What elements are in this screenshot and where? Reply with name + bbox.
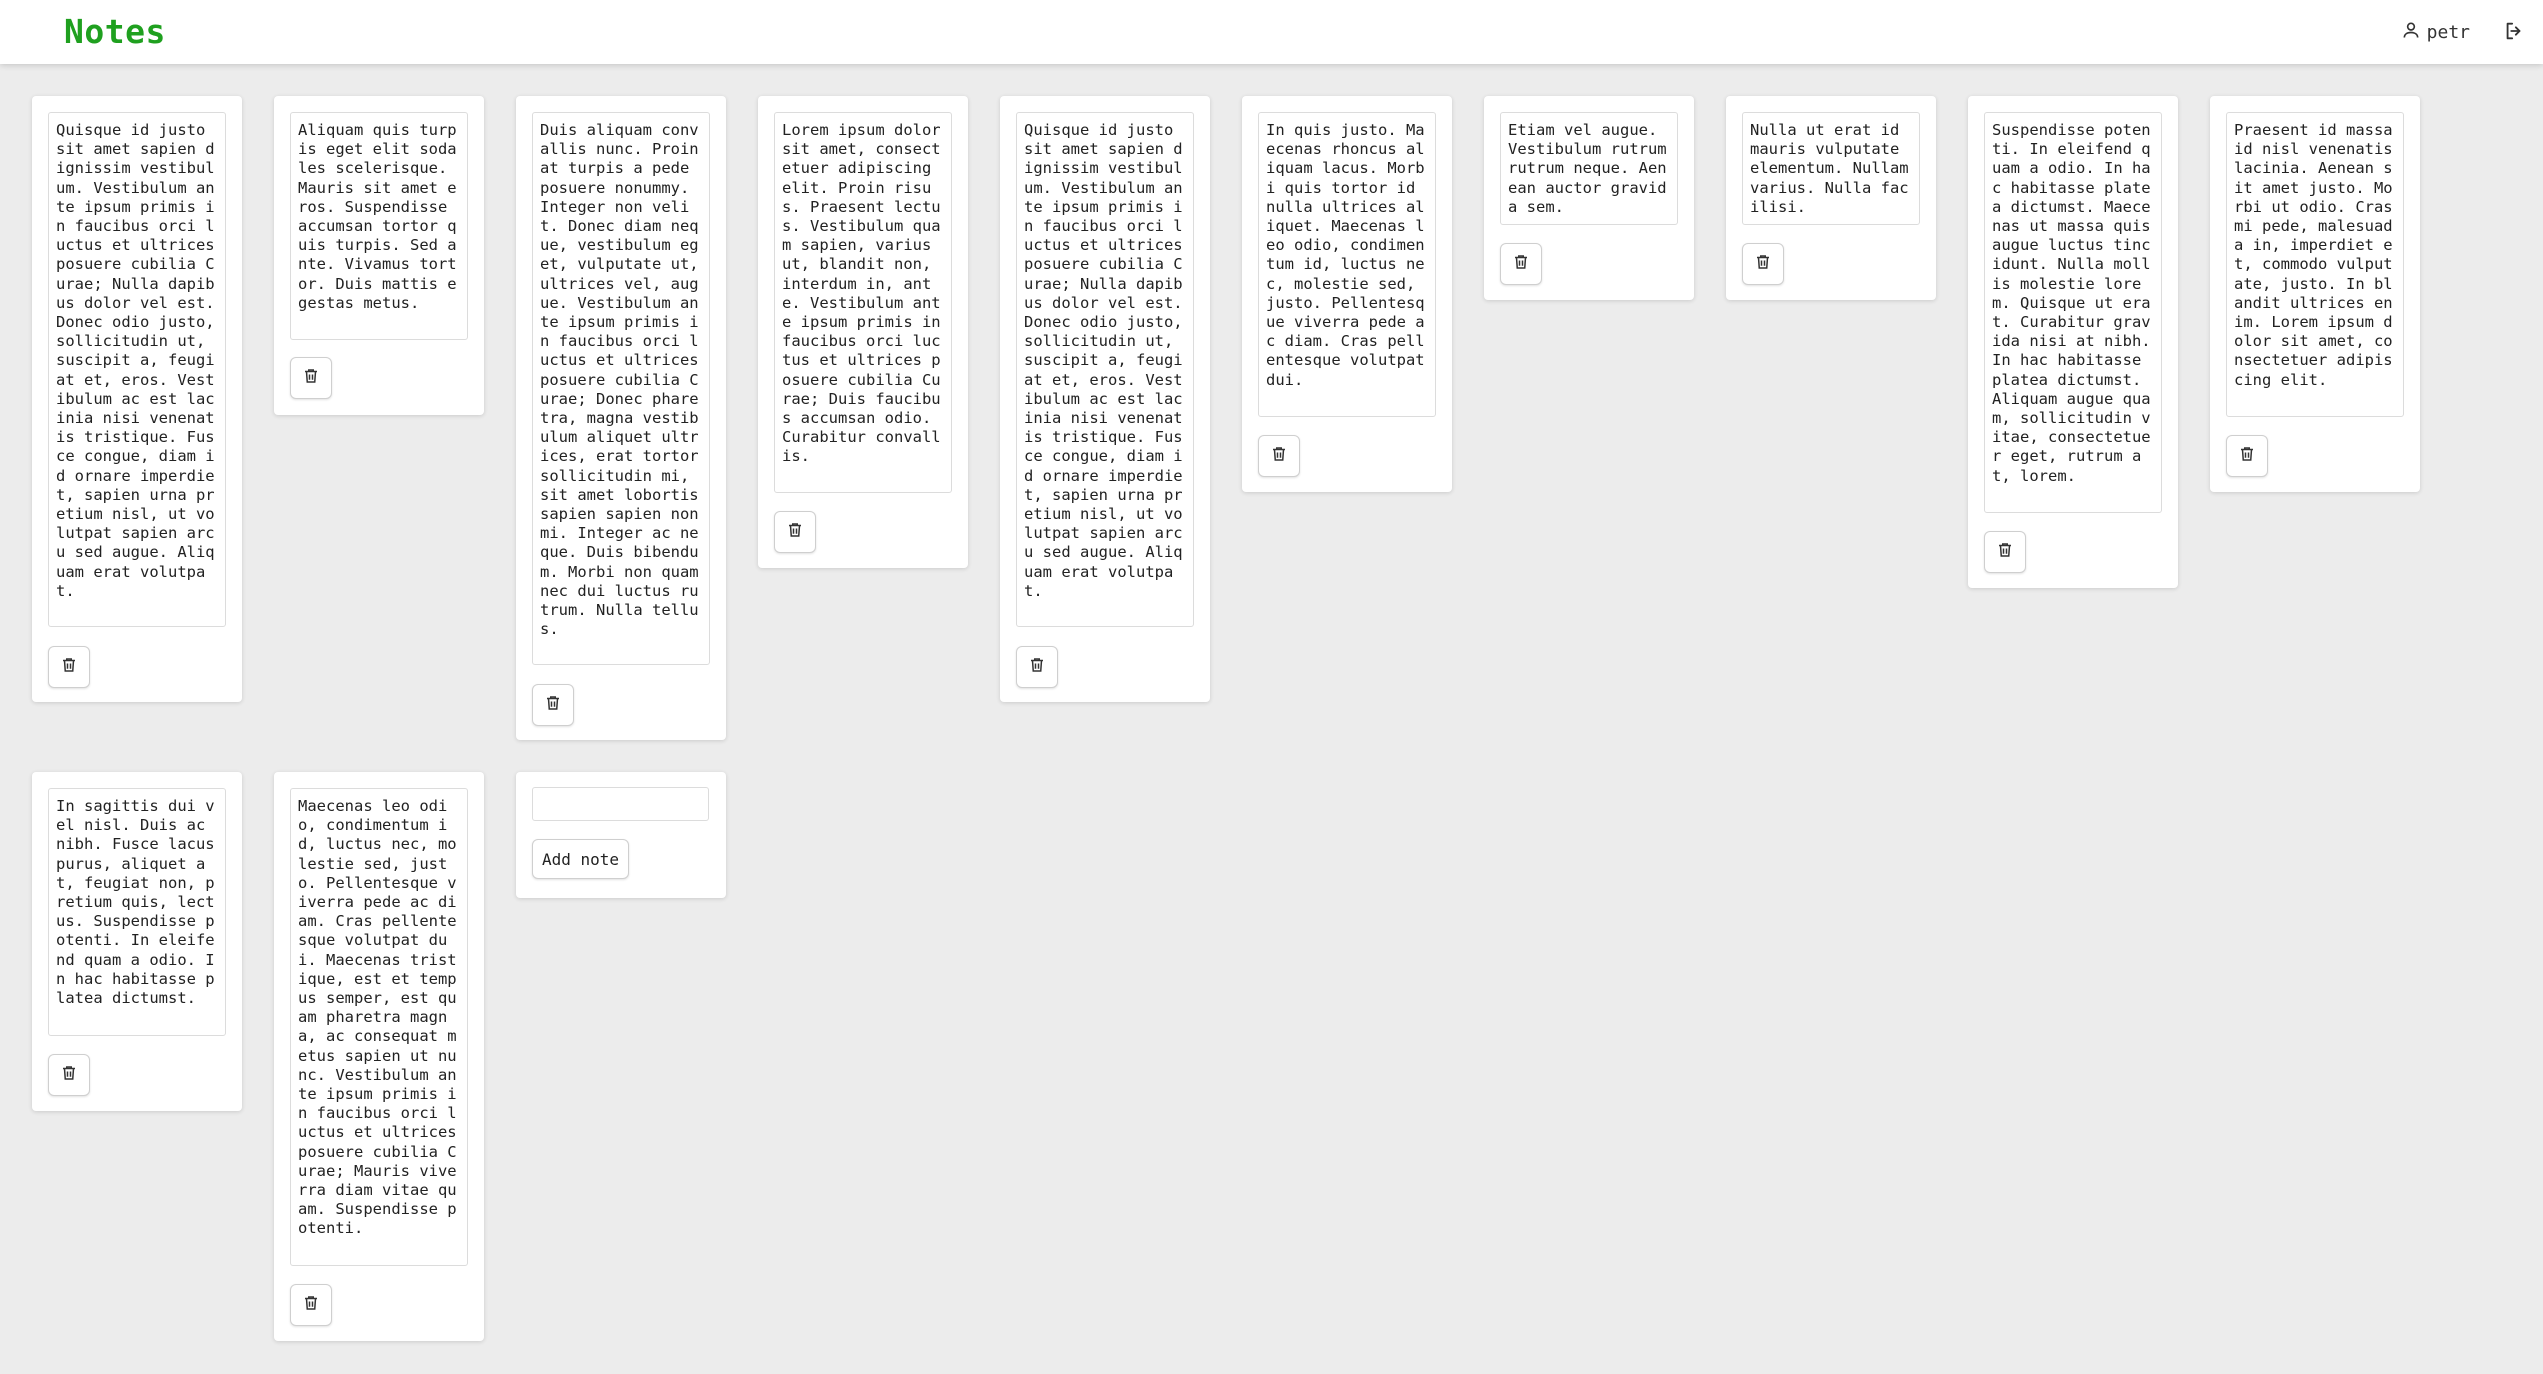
note-card: Nulla ut erat id mauris vulputate elemen…: [1726, 96, 1936, 300]
trash-icon: [1512, 253, 1530, 275]
delete-note-button[interactable]: [532, 684, 574, 726]
delete-note-button[interactable]: [1984, 531, 2026, 573]
trash-icon: [302, 1294, 320, 1316]
delete-note-button[interactable]: [290, 357, 332, 399]
note-text[interactable]: In sagittis dui vel nisl. Duis ac nibh. …: [48, 788, 226, 1036]
note-card: Quisque id justo sit amet sapien digniss…: [1000, 96, 1210, 702]
note-text[interactable]: Praesent id massa id nisl venenatis laci…: [2226, 112, 2404, 417]
delete-note-button[interactable]: [48, 646, 90, 688]
note-card: Aliquam quis turpis eget elit sodales sc…: [274, 96, 484, 415]
trash-icon: [60, 656, 78, 678]
top-bar: Notes petr: [0, 0, 2543, 64]
note-card: Praesent id massa id nisl venenatis laci…: [2210, 96, 2420, 492]
add-note-button[interactable]: Add note: [532, 839, 630, 879]
logout-icon: [2503, 22, 2525, 46]
delete-note-button[interactable]: [1016, 646, 1058, 688]
note-text[interactable]: Aliquam quis turpis eget elit sodales sc…: [290, 112, 468, 340]
logout-button[interactable]: [2503, 20, 2525, 46]
delete-note-button[interactable]: [48, 1054, 90, 1096]
note-text[interactable]: Quisque id justo sit amet sapien digniss…: [48, 112, 226, 627]
user-menu[interactable]: petr: [2401, 20, 2470, 45]
trash-icon: [302, 367, 320, 389]
note-text[interactable]: Duis aliquam convallis nunc. Proin at tu…: [532, 112, 710, 665]
delete-note-button[interactable]: [1258, 435, 1300, 477]
note-text[interactable]: Quisque id justo sit amet sapien digniss…: [1016, 112, 1194, 627]
user-name: petr: [2426, 22, 2470, 43]
new-note-card: Add note: [516, 772, 726, 898]
note-text[interactable]: Maecenas leo odio, condimentum id, luctu…: [290, 788, 468, 1266]
note-text[interactable]: Lorem ipsum dolor sit amet, consectetuer…: [774, 112, 952, 493]
trash-icon: [1754, 253, 1772, 275]
note-card: Suspendisse potenti. In eleifend quam a …: [1968, 96, 2178, 588]
new-note-input[interactable]: [532, 787, 709, 821]
note-card: Maecenas leo odio, condimentum id, luctu…: [274, 772, 484, 1341]
delete-note-button[interactable]: [774, 511, 816, 553]
person-icon: [2401, 20, 2421, 45]
note-card: In sagittis dui vel nisl. Duis ac nibh. …: [32, 772, 242, 1111]
note-card: Duis aliquam convallis nunc. Proin at tu…: [516, 96, 726, 740]
note-card: Quisque id justo sit amet sapien digniss…: [32, 96, 242, 702]
note-text[interactable]: In quis justo. Maecenas rhoncus aliquam …: [1258, 112, 1436, 417]
trash-icon: [60, 1064, 78, 1086]
note-card: Lorem ipsum dolor sit amet, consectetuer…: [758, 96, 968, 568]
trash-icon: [1270, 445, 1288, 467]
note-text[interactable]: Suspendisse potenti. In eleifend quam a …: [1984, 112, 2162, 513]
delete-note-button[interactable]: [2226, 435, 2268, 477]
trash-icon: [544, 694, 562, 716]
note-text[interactable]: Nulla ut erat id mauris vulputate elemen…: [1742, 112, 1920, 225]
delete-note-button[interactable]: [1742, 243, 1784, 285]
delete-note-button[interactable]: [1500, 243, 1542, 285]
note-card: Etiam vel augue. Vestibulum rutrum rutru…: [1484, 96, 1694, 300]
note-card: In quis justo. Maecenas rhoncus aliquam …: [1242, 96, 1452, 492]
trash-icon: [1996, 541, 2014, 563]
trash-icon: [786, 521, 804, 543]
trash-icon: [2238, 445, 2256, 467]
delete-note-button[interactable]: [290, 1284, 332, 1326]
note-text[interactable]: Etiam vel augue. Vestibulum rutrum rutru…: [1500, 112, 1678, 225]
app-title: Notes: [64, 12, 166, 51]
trash-icon: [1028, 656, 1046, 678]
